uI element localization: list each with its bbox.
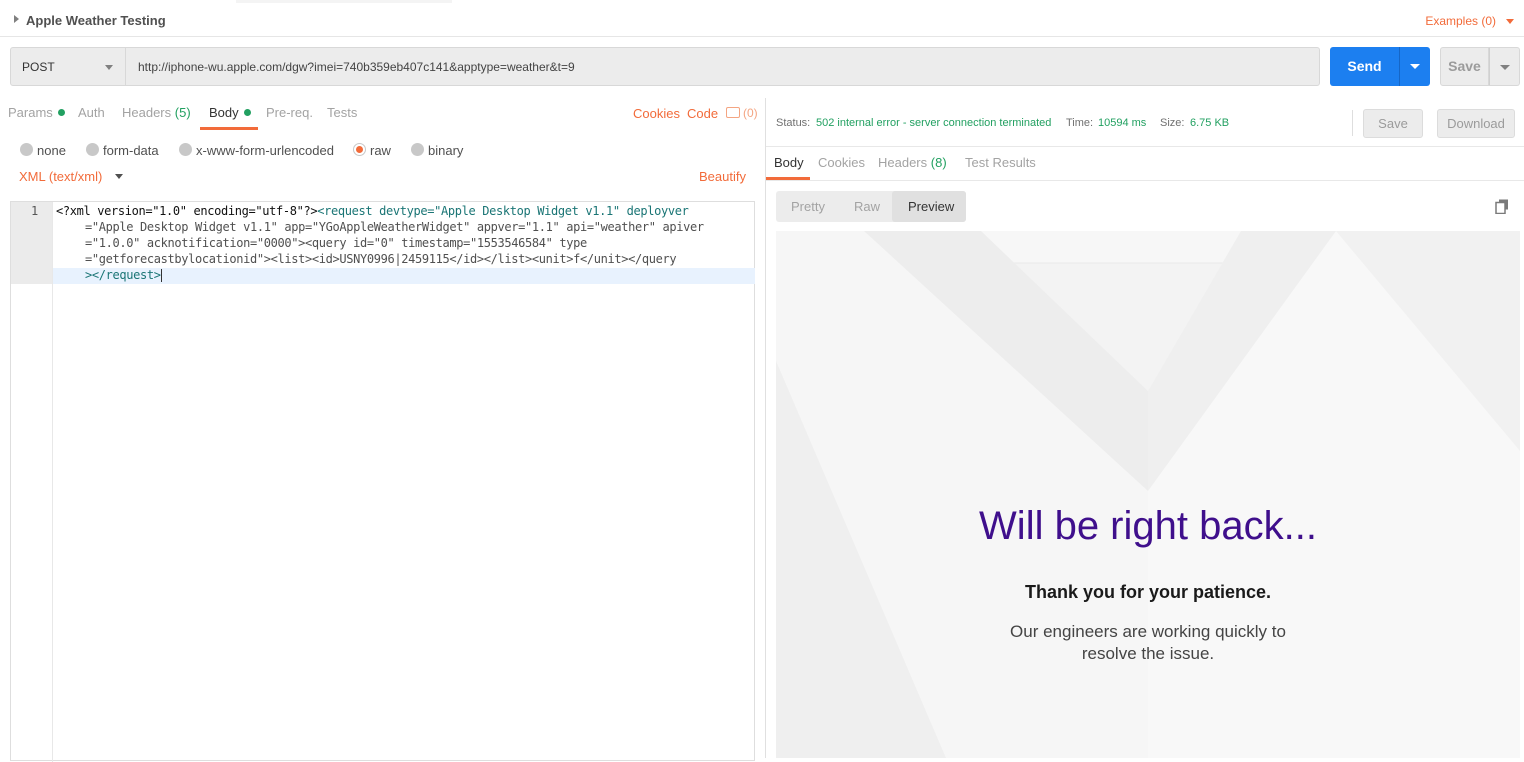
tab-body[interactable]: Body [209, 105, 251, 120]
active-tab-indicator [200, 127, 258, 130]
code-text: ></request> [85, 268, 161, 282]
code-line: <?xml version="1.0" encoding="utf-8"?><r… [56, 204, 689, 218]
tab-prereq[interactable]: Pre-req. [266, 105, 313, 120]
code-line-wrap: ="1.0.0" acknotification="0000"><query i… [85, 236, 587, 250]
xml-request-tag: <request devtype="Apple Desktop Widget v… [317, 204, 689, 218]
content-type-select[interactable]: XML (text/xml) [19, 169, 102, 184]
save-options-button[interactable] [1489, 47, 1520, 86]
tab-response-body[interactable]: Body [774, 155, 804, 170]
chevron-down-icon [1410, 64, 1420, 69]
tab-label: Headers [122, 105, 172, 120]
size-value: 6.75 KB [1190, 117, 1230, 129]
tab-count: (5) [174, 105, 191, 120]
size-label: Size: [1160, 117, 1185, 129]
url-input[interactable]: http://iphone-wu.apple.com/dgw?imei=740b… [125, 47, 1320, 86]
radio-none-label[interactable]: none [37, 143, 66, 158]
view-pretty[interactable]: Pretty [791, 199, 825, 214]
code-line-wrap: ="getforecastbylocationid"><list><id>USN… [85, 252, 677, 266]
response-preview: Will be right back... Thank you for your… [776, 231, 1520, 758]
chevron-down-icon [1500, 65, 1510, 70]
chevron-down-icon [105, 65, 113, 70]
radio-urlencoded-label[interactable]: x-www-form-urlencoded [196, 143, 334, 158]
view-raw[interactable]: Raw [854, 199, 880, 214]
divider [1352, 110, 1353, 136]
gutter-divider [52, 202, 53, 762]
code-line-wrap: ="Apple Desktop Widget v1.1" app="YGoApp… [85, 220, 704, 234]
xml-declaration: <?xml version="1.0" encoding="utf-8"?> [56, 204, 318, 218]
radio-none[interactable] [20, 143, 33, 156]
copy-icon[interactable] [1495, 199, 1509, 214]
comment-icon[interactable] [726, 107, 740, 118]
text-cursor [160, 269, 162, 282]
beautify-link[interactable]: Beautify [699, 169, 746, 184]
code-editor[interactable]: 1 <?xml version="1.0" encoding="utf-8"?>… [10, 201, 755, 762]
collection-title[interactable]: Apple Weather Testing [26, 13, 166, 28]
view-preview[interactable]: Preview [908, 199, 954, 214]
radio-form-data[interactable] [86, 143, 99, 156]
radio-binary-label[interactable]: binary [428, 143, 463, 158]
status-dot-icon [243, 109, 251, 117]
status-dot-icon [57, 109, 65, 117]
tab-auth[interactable]: Auth [78, 105, 105, 120]
tab-response-headers[interactable]: Headers (8) [878, 155, 947, 170]
expand-caret-icon[interactable] [14, 15, 19, 23]
radio-form-data-label[interactable]: form-data [103, 143, 159, 158]
radio-raw-label[interactable]: raw [370, 143, 391, 158]
cookies-link[interactable]: Cookies [633, 106, 680, 121]
save-button[interactable]: Save [1440, 47, 1489, 86]
tab-test-results[interactable]: Test Results [965, 155, 1036, 170]
comments-count: (0) [743, 106, 758, 120]
collection-header: Apple Weather Testing Examples (0) [0, 0, 1524, 37]
tab-label: Headers [878, 155, 928, 170]
radio-raw[interactable] [353, 143, 366, 156]
tab-headers[interactable]: Headers (5) [122, 105, 191, 120]
code-line-wrap: ></request> [85, 268, 162, 282]
save-response-button[interactable]: Save [1363, 109, 1423, 138]
chevron-down-icon[interactable] [115, 174, 123, 179]
radio-binary[interactable] [411, 143, 424, 156]
tab-params[interactable]: Params [8, 105, 65, 120]
tab-label: Params [8, 105, 53, 120]
tab-strip [236, 0, 452, 3]
status-value: 502 internal error - server connection t… [816, 117, 1052, 129]
pane-divider[interactable] [765, 98, 766, 758]
tab-tests[interactable]: Tests [327, 105, 357, 120]
preview-subtitle: Thank you for your patience. [1024, 582, 1272, 602]
time-label: Time: [1066, 117, 1094, 129]
send-button[interactable]: Send [1330, 47, 1399, 86]
method-label: POST [22, 60, 55, 74]
divider [766, 146, 1524, 147]
view-mode-toggle: Pretty Raw Preview [776, 191, 966, 222]
tab-label: Body [209, 105, 239, 120]
method-select[interactable]: POST [10, 47, 126, 86]
examples-dropdown[interactable]: Examples (0) [1425, 14, 1496, 28]
active-tab-indicator [766, 177, 810, 180]
url-value: http://iphone-wu.apple.com/dgw?imei=740b… [138, 60, 575, 74]
divider [766, 180, 1524, 181]
preview-title: Will be right back... [979, 504, 1317, 548]
download-button[interactable]: Download [1437, 109, 1515, 138]
tab-response-cookies[interactable]: Cookies [818, 155, 865, 170]
radio-urlencoded[interactable] [179, 143, 192, 156]
line-number: 1 [31, 204, 39, 218]
preview-message: Our engineers are working quickly to res… [1010, 622, 1286, 663]
tab-count: (8) [930, 155, 947, 170]
chevron-down-icon[interactable] [1506, 19, 1514, 24]
status-label: Status: [776, 117, 811, 129]
code-link[interactable]: Code [687, 106, 718, 121]
background-y-logo [776, 231, 1520, 758]
time-value: 10594 ms [1098, 117, 1147, 129]
send-options-button[interactable] [1399, 47, 1430, 86]
